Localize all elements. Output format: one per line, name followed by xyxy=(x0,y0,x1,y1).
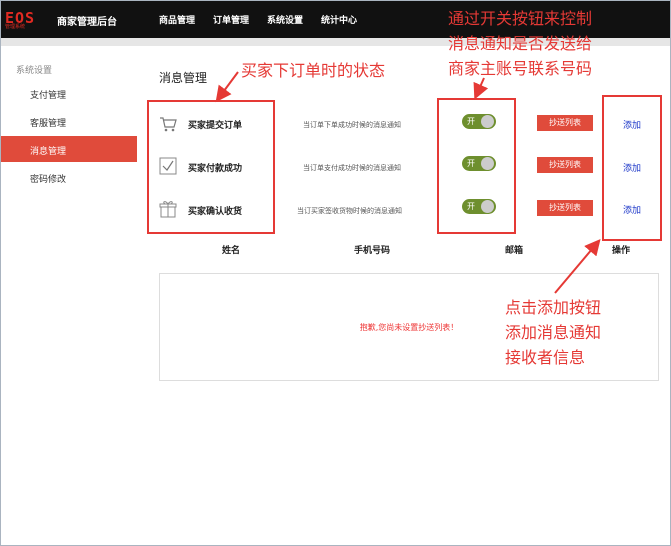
arrow-status xyxy=(215,71,239,103)
arrow-toggle xyxy=(473,77,489,100)
annotation-arrows xyxy=(215,71,601,294)
arrow-add xyxy=(554,238,601,294)
